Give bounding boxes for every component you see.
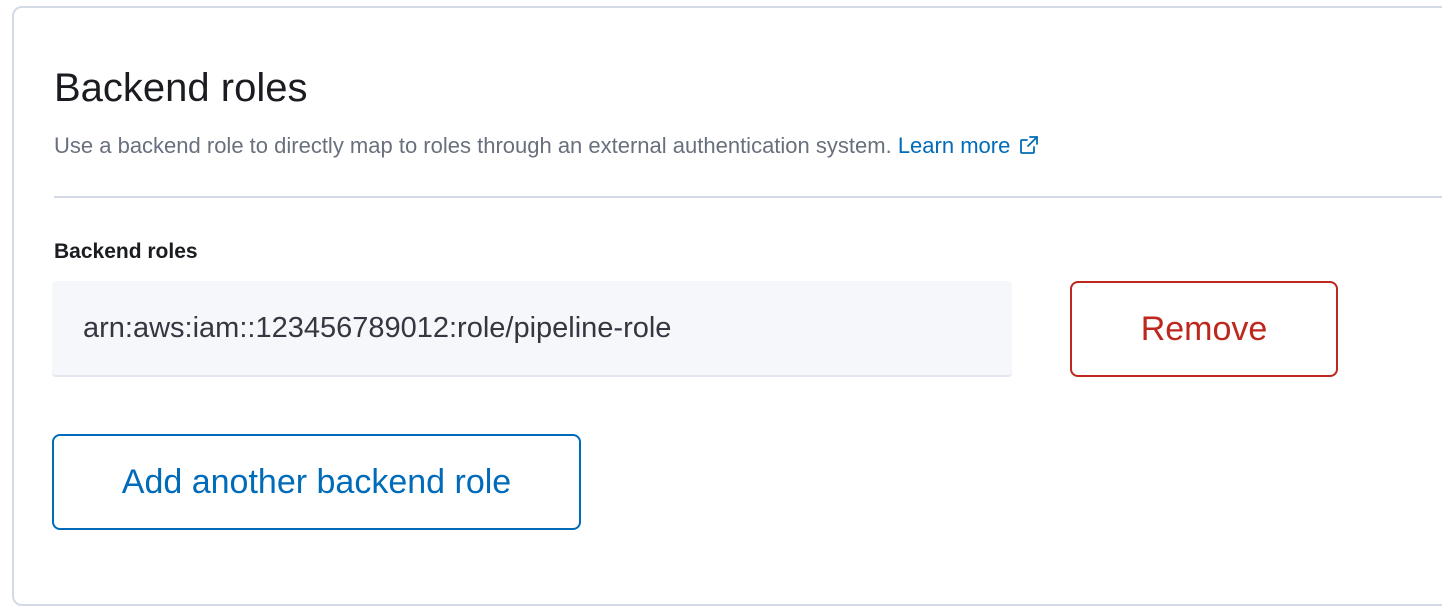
backend-role-input[interactable] [52, 281, 1012, 377]
learn-more-label: Learn more [897, 133, 1011, 158]
learn-more-link[interactable]: Learn more [898, 133, 1041, 158]
remove-button[interactable]: Remove [1070, 281, 1338, 377]
section-divider [54, 196, 1442, 198]
external-link-icon [1018, 134, 1040, 156]
backend-roles-label: Backend roles [54, 240, 198, 263]
section-description: Use a backend role to directly map to ro… [54, 131, 1040, 161]
section-title: Backend roles [54, 66, 308, 110]
description-text: Use a backend role to directly map to ro… [54, 133, 892, 158]
add-backend-role-button[interactable]: Add another backend role [52, 434, 581, 530]
